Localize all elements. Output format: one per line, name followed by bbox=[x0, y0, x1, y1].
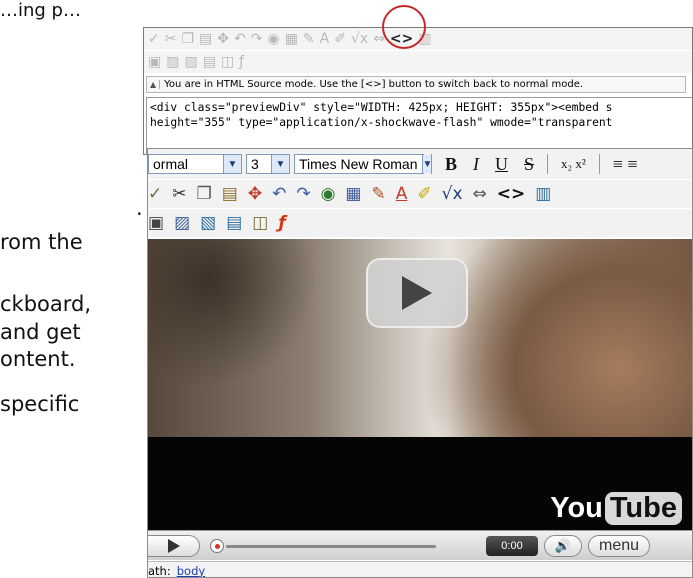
doc-fragment-top: …ing p… bbox=[0, 0, 81, 21]
chevron-down-icon: ▼ bbox=[271, 155, 289, 173]
format-select[interactable]: ormal ▼ bbox=[148, 154, 242, 174]
menu-button[interactable]: menu bbox=[588, 534, 650, 557]
highlight-circle bbox=[382, 5, 426, 49]
collapse-icon[interactable]: ▲ bbox=[150, 80, 161, 89]
cut-icon[interactable]: ✂ bbox=[165, 32, 177, 46]
link-icon[interactable]: ◉ bbox=[321, 185, 336, 203]
strikethrough-button[interactable]: S bbox=[518, 154, 540, 175]
formula-icon[interactable]: √x bbox=[351, 32, 368, 46]
insert-toolbar: ▣ ▨ ▧ ▤ ◫ ƒ bbox=[148, 209, 692, 237]
html-source-textarea[interactable]: <div class="previewDiv" style="WIDTH: 42… bbox=[146, 97, 692, 154]
page-icon[interactable]: ▤ bbox=[226, 214, 242, 232]
flash-icon[interactable]: ƒ bbox=[278, 214, 285, 232]
play-icon bbox=[167, 538, 180, 553]
seek-bar[interactable] bbox=[206, 535, 444, 557]
image-icon[interactable]: ▣ bbox=[148, 55, 161, 69]
doc-text-line: . bbox=[136, 196, 143, 220]
html-source-editor: ✓ ✂ ❐ ▤ ✥ ↶ ↷ ◉ ▦ ✎ A ✐ √x ⇔ <> ▥ ▣ ▨ ▧ … bbox=[143, 27, 693, 155]
paste-word-icon[interactable]: ✥ bbox=[248, 185, 262, 203]
undo-icon[interactable]: ↶ bbox=[234, 32, 246, 46]
document-icon[interactable]: ▧ bbox=[184, 55, 197, 69]
align-button[interactable]: ≡ ≡ bbox=[607, 154, 644, 175]
wysiwyg-editor: ormal ▼ 3 ▼ Times New Roman ▼ B I U S x₂… bbox=[147, 148, 693, 578]
youtube-logo: You Tube bbox=[550, 492, 682, 525]
paste-icon[interactable]: ▤ bbox=[199, 32, 212, 46]
embed-icon[interactable]: ◫ bbox=[221, 55, 234, 69]
anchor-icon[interactable]: ⇔ bbox=[473, 185, 487, 203]
redo-icon[interactable]: ↷ bbox=[296, 185, 310, 203]
spellcheck-icon[interactable]: ✓ bbox=[148, 185, 162, 203]
play-button[interactable] bbox=[148, 534, 200, 557]
link-icon[interactable]: ◉ bbox=[267, 32, 279, 46]
doc-text-line: ontent. bbox=[0, 347, 76, 371]
toolbar-divider bbox=[431, 154, 432, 174]
undo-icon[interactable]: ↶ bbox=[272, 185, 286, 203]
video-player[interactable]: You Tube bbox=[148, 239, 692, 530]
highlight-icon[interactable]: ✐ bbox=[417, 185, 431, 203]
italic-button[interactable]: I bbox=[467, 154, 485, 175]
html-source-icon[interactable]: <> bbox=[497, 185, 526, 203]
play-icon[interactable] bbox=[366, 258, 468, 328]
paste-icon[interactable]: ▤ bbox=[222, 185, 238, 203]
image-icon[interactable]: ▣ bbox=[148, 214, 164, 232]
flash-icon[interactable]: ƒ bbox=[239, 55, 244, 69]
toolbar-divider bbox=[547, 154, 549, 174]
formula-icon[interactable]: √x bbox=[442, 185, 463, 203]
font-color-icon[interactable]: A bbox=[396, 185, 408, 203]
source-mode-message: ▲ You are in HTML Source mode. Use the [… bbox=[146, 76, 686, 93]
document-icon[interactable]: ▧ bbox=[200, 214, 216, 232]
doc-text-line: rom the bbox=[0, 230, 83, 254]
embed-icon[interactable]: ◫ bbox=[252, 214, 268, 232]
time-display: 0:00 bbox=[486, 535, 538, 556]
copy-icon[interactable]: ❐ bbox=[197, 185, 212, 203]
photo-icon[interactable]: ▨ bbox=[174, 214, 190, 232]
doc-text-line: specific bbox=[0, 392, 80, 416]
chevron-down-icon: ▼ bbox=[223, 155, 241, 173]
table-icon[interactable]: ▦ bbox=[285, 32, 298, 46]
source-mode-message-text: You are in HTML Source mode. Use the [<>… bbox=[164, 79, 584, 90]
redo-icon[interactable]: ↷ bbox=[251, 32, 263, 46]
path-status-bar: ath: body bbox=[148, 561, 692, 578]
underline-button[interactable]: U bbox=[489, 154, 514, 175]
table-icon[interactable]: ▦ bbox=[345, 185, 361, 203]
path-link-body[interactable]: body bbox=[177, 564, 205, 578]
speaker-icon: 🔊 bbox=[554, 537, 572, 553]
bold-button[interactable]: B bbox=[439, 154, 463, 175]
volume-button[interactable]: 🔊 bbox=[544, 534, 582, 557]
doc-text-line: ckboard, bbox=[0, 292, 92, 316]
size-select[interactable]: 3 ▼ bbox=[246, 154, 290, 174]
video-controls: 0:00 🔊 menu bbox=[148, 530, 692, 560]
seek-knob[interactable] bbox=[210, 538, 224, 553]
source-toolbar-row-2: ▣ ▨ ▧ ▤ ◫ ƒ bbox=[144, 51, 692, 73]
photo-icon[interactable]: ▨ bbox=[166, 55, 179, 69]
font-color-icon[interactable]: A bbox=[320, 32, 330, 46]
page-icon[interactable]: ▤ bbox=[203, 55, 216, 69]
paste-word-icon[interactable]: ✥ bbox=[217, 32, 229, 46]
format-toolbar: ormal ▼ 3 ▼ Times New Roman ▼ B I U S x₂… bbox=[148, 149, 692, 179]
page-edit-icon[interactable]: ▥ bbox=[535, 185, 551, 203]
pencil-icon[interactable]: ✎ bbox=[371, 185, 385, 203]
highlight-icon[interactable]: ✐ bbox=[334, 32, 346, 46]
cut-icon[interactable]: ✂ bbox=[172, 185, 186, 203]
doc-text-line: and get bbox=[0, 320, 81, 344]
path-label: ath: bbox=[148, 563, 171, 578]
pencil-icon[interactable]: ✎ bbox=[303, 32, 315, 46]
copy-icon[interactable]: ❐ bbox=[181, 32, 194, 46]
edit-toolbar: ✓ ✂ ❐ ▤ ✥ ↶ ↷ ◉ ▦ ✎ A ✐ √x ⇔ <> ▥ bbox=[148, 180, 692, 208]
font-select[interactable]: Times New Roman ▼ bbox=[294, 154, 433, 174]
spellcheck-icon[interactable]: ✓ bbox=[148, 32, 160, 46]
toolbar-divider bbox=[598, 154, 600, 174]
subsuperscript-button[interactable]: x₂ x² bbox=[555, 156, 592, 172]
